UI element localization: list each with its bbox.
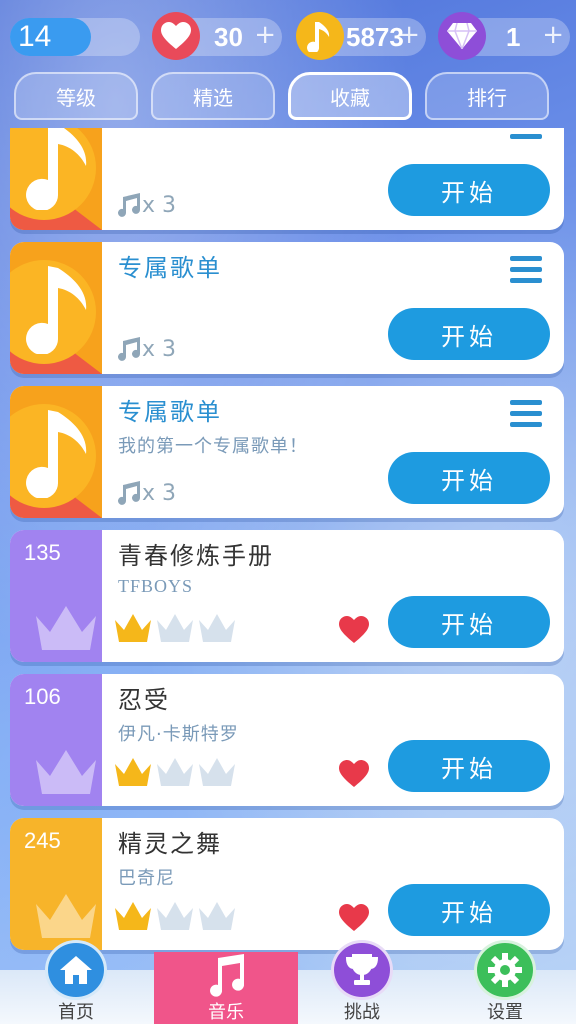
song-rank: 106: [24, 684, 61, 709]
crown-icon: [36, 750, 96, 794]
tab-favorites[interactable]: 收藏: [288, 72, 412, 120]
crown-icon: [36, 894, 96, 938]
crown-rating: [114, 900, 236, 932]
menu-icon[interactable]: [510, 256, 542, 288]
favorite-heart-icon[interactable]: [338, 760, 370, 788]
crown-rating: [114, 756, 236, 788]
song-list[interactable]: x 3 开始 专属歌单 x 3 开始 专属歌单 我的第一个专属歌单！ x 3 开…: [0, 128, 576, 958]
song-title: 精灵之舞: [118, 830, 222, 858]
crown-empty-icon: [199, 902, 235, 930]
add-hearts-button[interactable]: +: [254, 20, 276, 50]
album-title: 专属歌单: [118, 254, 222, 282]
music-note-icon: [195, 952, 257, 1000]
song-cover: 106: [10, 674, 102, 806]
note-count: x 3: [116, 334, 176, 364]
list-item: 专属歌单 x 3 开始: [10, 242, 564, 374]
heart-icon: [152, 12, 200, 60]
music-note-icon: [26, 410, 87, 498]
home-icon: [45, 940, 107, 1000]
add-gems-button[interactable]: +: [542, 20, 564, 50]
notes-counter[interactable]: 5873 +: [296, 12, 426, 60]
tab-featured[interactable]: 精选: [151, 72, 275, 120]
start-button[interactable]: 开始: [388, 740, 550, 792]
note-count: x 3: [116, 190, 176, 220]
nav-challenge[interactable]: 挑战: [312, 940, 412, 1024]
hearts-counter[interactable]: 30 +: [152, 12, 282, 60]
song-artist: TFBOYS: [118, 576, 194, 596]
diamond-icon: [438, 12, 486, 60]
crown-empty-icon: [157, 902, 193, 930]
crown-empty-icon: [157, 758, 193, 786]
list-item: 106 忍受 伊凡·卡斯特罗 开始: [10, 674, 564, 806]
gems-value: 1: [506, 22, 521, 52]
crown-empty-icon: [157, 614, 193, 642]
list-item: 245 精灵之舞 巴奇尼 开始: [10, 818, 564, 950]
crown-empty-icon: [199, 758, 235, 786]
bottom-nav: 首页 音乐 挑战 设置: [0, 940, 576, 1024]
top-status-bar: 14 30 + 5873 + 1 +: [0, 0, 576, 74]
music-notes-icon: [118, 193, 140, 217]
gear-icon: [474, 940, 536, 1000]
nav-music[interactable]: 音乐: [154, 952, 298, 1024]
music-note-icon: [26, 266, 87, 354]
music-note-icon: [296, 12, 344, 60]
gems-counter[interactable]: 1 +: [438, 12, 570, 60]
crown-gold-icon: [115, 758, 151, 786]
music-notes-icon: [118, 481, 140, 505]
start-button[interactable]: 开始: [388, 596, 550, 648]
note-count-value: x 3: [142, 480, 177, 506]
note-count-value: x 3: [142, 336, 177, 362]
nav-home[interactable]: 首页: [26, 940, 126, 1024]
start-button[interactable]: 开始: [388, 308, 550, 360]
crown-gold-icon: [115, 902, 151, 930]
music-note-icon: [26, 128, 87, 210]
nav-home-label: 首页: [58, 1002, 94, 1023]
nav-settings[interactable]: 设置: [455, 940, 555, 1024]
start-button[interactable]: 开始: [388, 884, 550, 936]
tab-ranking[interactable]: 排行: [425, 72, 549, 120]
menu-icon[interactable]: [510, 128, 542, 144]
start-button[interactable]: 开始: [388, 164, 550, 216]
list-item: 专属歌单 我的第一个专属歌单！ x 3 开始: [10, 386, 564, 518]
note-count-value: x 3: [142, 192, 177, 218]
menu-icon[interactable]: [510, 400, 542, 432]
music-notes-icon: [118, 337, 140, 361]
crown-gold-icon: [115, 614, 151, 642]
note-count: x 3: [116, 478, 176, 508]
add-notes-button[interactable]: +: [398, 20, 420, 50]
album-cover: [10, 128, 102, 230]
song-title: 青春修炼手册: [118, 542, 274, 570]
album-title: 专属歌单: [118, 398, 222, 426]
album-cover: [10, 386, 102, 518]
song-title: 忍受: [118, 686, 170, 714]
song-cover: 245: [10, 818, 102, 950]
tab-level[interactable]: 等级: [14, 72, 138, 120]
nav-music-label: 音乐: [208, 1002, 244, 1023]
nav-challenge-label: 挑战: [344, 1002, 380, 1023]
category-tabs: 等级 精选 收藏 排行: [14, 72, 562, 122]
album-cover: [10, 242, 102, 374]
album-subtitle: 我的第一个专属歌单！: [118, 436, 308, 457]
favorite-heart-icon[interactable]: [338, 904, 370, 932]
hearts-value: 30: [214, 22, 243, 52]
start-button[interactable]: 开始: [388, 452, 550, 504]
crown-rating: [114, 612, 236, 644]
song-rank: 245: [24, 828, 61, 853]
list-item: x 3 开始: [10, 128, 564, 230]
song-artist: 伊凡·卡斯特罗: [118, 724, 239, 745]
list-item: 135 青春修炼手册 TFBOYS 开始: [10, 530, 564, 662]
notes-value: 5873: [346, 22, 404, 52]
song-artist: 巴奇尼: [118, 868, 175, 889]
level-number: 14: [18, 20, 52, 53]
favorite-heart-icon[interactable]: [338, 616, 370, 644]
song-rank: 135: [24, 540, 61, 565]
level-progress: 14: [10, 18, 140, 56]
song-cover: 135: [10, 530, 102, 662]
trophy-icon: [331, 940, 393, 1000]
nav-settings-label: 设置: [487, 1002, 523, 1023]
crown-icon: [36, 606, 96, 650]
crown-empty-icon: [199, 614, 235, 642]
